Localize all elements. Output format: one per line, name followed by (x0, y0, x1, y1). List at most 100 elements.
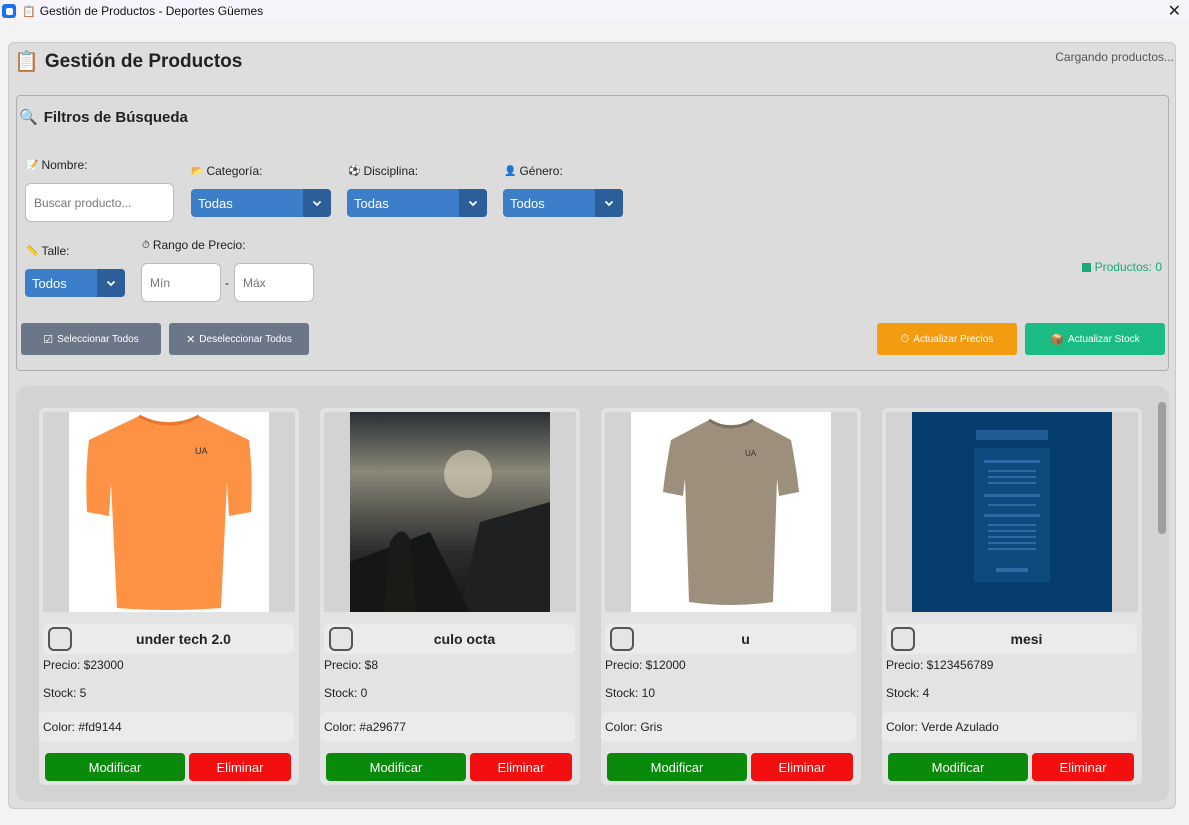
checkbox-icon: ☑ (43, 333, 54, 346)
disciplina-select-value: Todas (354, 195, 389, 211)
genero-select-value: Todos (510, 195, 545, 211)
product-price: Precio: $12000 (605, 658, 686, 672)
product-image-frame: UA (605, 412, 857, 612)
product-color: Color: #fd9144 (39, 712, 294, 742)
chevron-down-icon (595, 189, 623, 217)
stopwatch-icon: ⏱ (142, 239, 150, 251)
page-title: Gestión de Productos (44, 50, 243, 72)
close-window-button[interactable]: ✕ (1168, 1, 1181, 21)
svg-text:UA: UA (195, 446, 208, 456)
product-select-checkbox[interactable] (48, 627, 72, 651)
app-icon (2, 4, 16, 18)
precio-label-text: Rango de Precio: (152, 238, 246, 252)
products-scrollbar[interactable] (1158, 402, 1166, 534)
modify-button[interactable]: Modificar (45, 753, 185, 781)
delete-button[interactable]: Eliminar (751, 753, 853, 781)
genero-select[interactable]: Todos (503, 189, 623, 217)
product-stock: Stock: 0 (324, 686, 368, 700)
product-price: Precio: $8 (324, 658, 379, 672)
delete-button[interactable]: Eliminar (189, 753, 291, 781)
range-separator: - (225, 276, 229, 290)
product-card: mesi Precio: $123456789 Stock: 4 Color: … (882, 408, 1142, 785)
product-select-checkbox[interactable] (610, 627, 634, 651)
genero-label-text: Género: (519, 164, 563, 178)
product-card: UA u Precio: $12000 Stock: 10 Color: Gri… (601, 408, 861, 785)
chevron-down-icon (97, 269, 125, 297)
main-panel: 📋 Gestión de Productos Cargando producto… (8, 42, 1176, 809)
product-image-dark-landscape-photo (350, 412, 550, 612)
deselect-all-label: Deseleccionar Todos (199, 333, 292, 345)
talle-label: 📏 Talle: (26, 244, 69, 258)
categoria-select[interactable]: Todas (191, 189, 331, 217)
product-name: culo octa (433, 631, 496, 647)
max-price-input[interactable] (234, 263, 314, 302)
product-name-row: u (605, 624, 856, 654)
product-price: Precio: $23000 (43, 658, 124, 672)
product-image-frame: UA (43, 412, 295, 612)
magnifier-icon: 🔍 (19, 109, 38, 126)
person-icon: 👤 (504, 165, 517, 177)
svg-text:UA: UA (745, 449, 757, 458)
products-count-text: Productos: 0 (1094, 260, 1162, 274)
x-icon: ✕ (186, 333, 196, 346)
precio-label: ⏱ Rango de Precio: (142, 238, 246, 252)
filters-title-text: Filtros de Búsqueda (43, 108, 188, 126)
product-name-row: mesi (886, 624, 1137, 654)
update-prices-button[interactable]: ⏱ Actualizar Precios (877, 323, 1017, 355)
note-icon: 📝 (26, 159, 39, 171)
talle-select[interactable]: Todos (25, 269, 125, 297)
categoria-select-value: Todas (198, 195, 233, 211)
product-image-frame (886, 412, 1138, 612)
disciplina-label: ⚽ Disciplina: (348, 164, 418, 178)
product-select-checkbox[interactable] (329, 627, 353, 651)
update-stock-button[interactable]: 📦 Actualizar Stock (1025, 323, 1165, 355)
categoria-label: 📂 Categoría: (191, 164, 263, 178)
products-grid: UA under tech 2.0 Precio: $23000 Stock: … (16, 386, 1169, 802)
product-name: under tech 2.0 (136, 631, 231, 647)
soccer-ball-icon: ⚽ (348, 165, 361, 177)
product-stock: Stock: 10 (605, 686, 656, 700)
window-title: Gestión de Productos - Deportes Güemes (39, 4, 264, 18)
product-stock: Stock: 5 (43, 686, 87, 700)
chevron-down-icon (303, 189, 331, 217)
page-header: 📋 Gestión de Productos (14, 49, 242, 74)
deselect-all-button[interactable]: ✕ Deseleccionar Todos (169, 323, 309, 355)
delete-button[interactable]: Eliminar (470, 753, 572, 781)
modify-button[interactable]: Modificar (607, 753, 747, 781)
delete-button[interactable]: Eliminar (1032, 753, 1134, 781)
product-image-frame (324, 412, 576, 612)
product-color: Color: Verde Azulado (882, 712, 1137, 742)
filters-section: 🔍 Filtros de Búsqueda 📝 Nombre: 📂 Catego… (16, 95, 1169, 371)
update-prices-label: Actualizar Precios (913, 333, 994, 345)
clipboard-icon: 📋 (22, 5, 36, 18)
tag-icon: 📏 (26, 245, 39, 257)
window-titlebar: 📋 Gestión de Productos - Deportes Güemes… (0, 0, 1189, 22)
chart-icon (1081, 262, 1091, 272)
select-all-label: Seleccionar Todos (57, 333, 139, 345)
product-image-taupe-tshirt: UA (631, 412, 831, 612)
products-count: Productos: 0 (1081, 260, 1162, 274)
disciplina-label-text: Disciplina: (363, 164, 419, 178)
genero-label: 👤 Género: (504, 164, 563, 178)
product-name-row: under tech 2.0 (43, 624, 294, 654)
disciplina-select[interactable]: Todas (347, 189, 487, 217)
min-price-input[interactable] (141, 263, 221, 302)
product-card: culo octa Precio: $8 Stock: 0 Color: #a2… (320, 408, 580, 785)
stopwatch-icon: ⏱ (900, 332, 910, 345)
nombre-label: 📝 Nombre: (26, 158, 87, 172)
product-card: UA under tech 2.0 Precio: $23000 Stock: … (39, 408, 299, 785)
box-icon: 📦 (1050, 333, 1064, 346)
product-select-checkbox[interactable] (891, 627, 915, 651)
update-stock-label: Actualizar Stock (1068, 333, 1140, 345)
product-image-orange-tshirt: UA (69, 412, 269, 612)
product-name: mesi (1010, 631, 1043, 647)
chevron-down-icon (459, 189, 487, 217)
nombre-label-text: Nombre: (41, 158, 88, 172)
modify-button[interactable]: Modificar (888, 753, 1028, 781)
modify-button[interactable]: Modificar (326, 753, 466, 781)
categoria-label-text: Categoría: (206, 164, 263, 178)
talle-select-value: Todos (32, 275, 67, 291)
select-all-button[interactable]: ☑ Seleccionar Todos (21, 323, 161, 355)
nombre-search-input[interactable] (25, 183, 174, 222)
product-name-row: culo octa (324, 624, 575, 654)
